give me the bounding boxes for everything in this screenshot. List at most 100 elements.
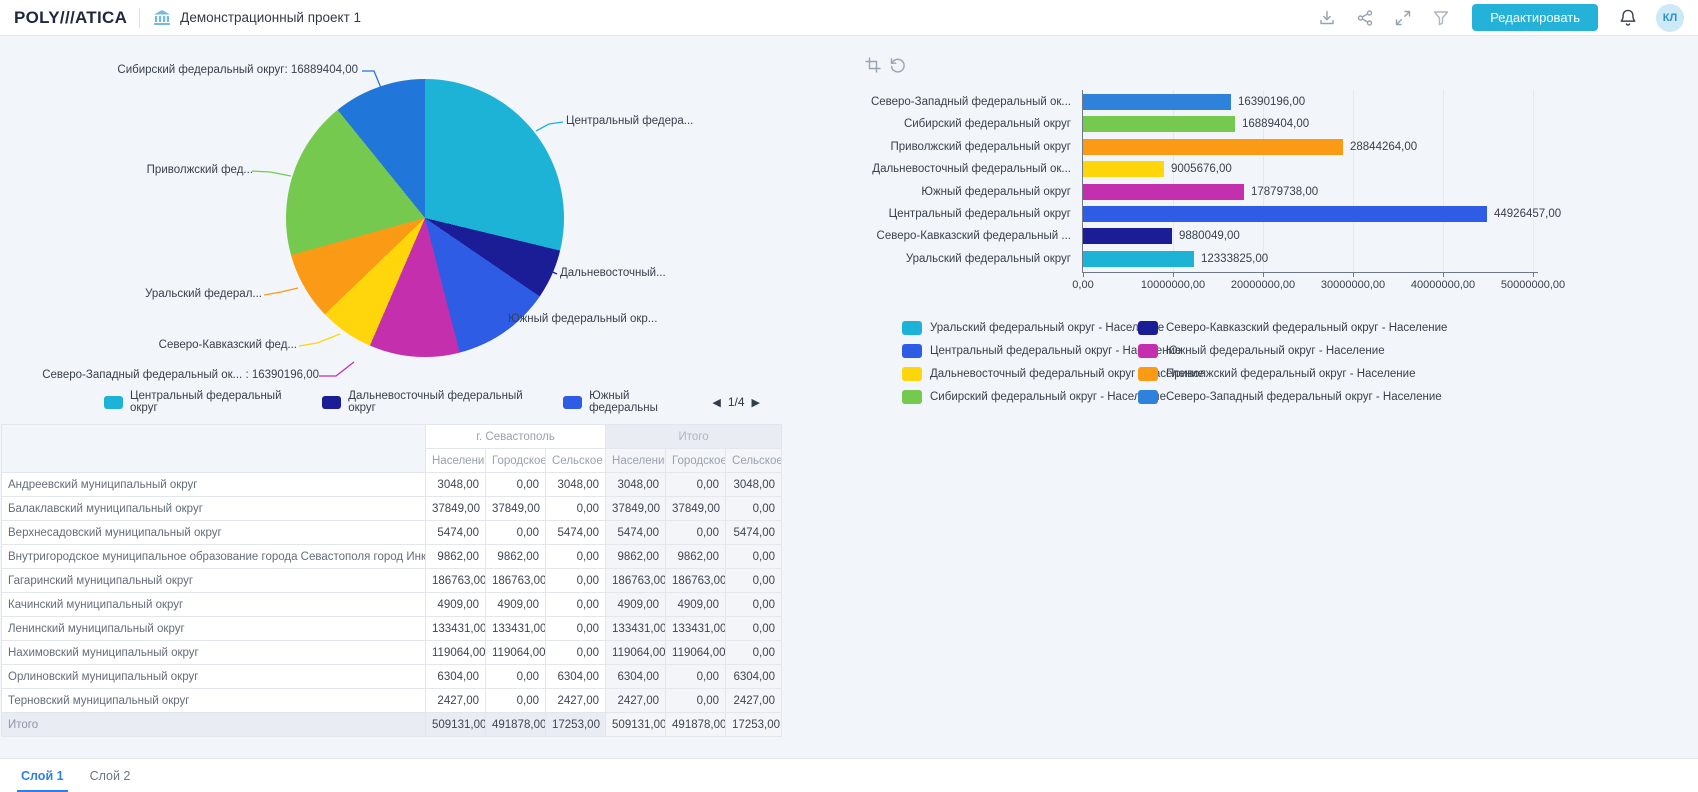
bar-chart-widget: 0,0010000000,0020000000,0030000000,00400… bbox=[856, 44, 1576, 416]
table-row[interactable]: Качинский муниципальный округ4909,004909… bbox=[2, 593, 782, 617]
selection-tool-icon[interactable] bbox=[864, 56, 882, 74]
bar[interactable] bbox=[1083, 139, 1343, 155]
bar[interactable] bbox=[1083, 228, 1172, 244]
legend-prev-icon[interactable]: ◀ bbox=[712, 396, 720, 409]
bar-legend-item[interactable]: Южный федеральный округ - Население bbox=[1138, 344, 1385, 358]
bar-legend-item[interactable]: Северо-Западный федеральный округ - Насе… bbox=[1138, 390, 1442, 404]
table-row[interactable]: Верхнесадовский муниципальный округ5474,… bbox=[2, 521, 782, 545]
cell-value: 17253,00 bbox=[726, 713, 782, 737]
undo-tool-icon[interactable] bbox=[889, 56, 907, 74]
tab-layer-1[interactable]: Слой 1 bbox=[8, 759, 77, 792]
column-header: Сельское bbox=[726, 449, 782, 473]
bar-category-label: Центральный федеральный округ bbox=[856, 206, 1071, 222]
table-row[interactable]: Балаклавский муниципальный округ37849,00… bbox=[2, 497, 782, 521]
legend-swatch bbox=[104, 396, 123, 409]
cell-value: 509131,00 bbox=[606, 713, 666, 737]
cell-value: 37849,00 bbox=[426, 497, 486, 521]
legend-label: Центральный федеральный округ bbox=[130, 390, 309, 414]
cell-value: 491878,00 bbox=[486, 713, 546, 737]
total-row: Итого509131,00491878,0017253,00509131,00… bbox=[2, 713, 782, 737]
group-header-row: г. СевастопольИтого bbox=[2, 425, 782, 449]
legend-swatch bbox=[902, 344, 922, 358]
header-divider bbox=[139, 8, 140, 28]
bar-row: Северо-Кавказский федеральный ...9880049… bbox=[856, 228, 1576, 244]
cell-value: 4909,00 bbox=[486, 593, 546, 617]
project-title: Демонстрационный проект 1 bbox=[180, 10, 361, 25]
edit-button[interactable]: Редактировать bbox=[1472, 4, 1598, 31]
bar-row: Дальневосточный федеральный ок...9005676… bbox=[856, 161, 1576, 177]
bar-value-label: 44926457,00 bbox=[1494, 206, 1561, 222]
table-row[interactable]: Терновский муниципальный округ2427,000,0… bbox=[2, 689, 782, 713]
cell-value: 186763,00 bbox=[426, 569, 486, 593]
axis-tick-label: 50000000,00 bbox=[1488, 279, 1578, 291]
cell-value: 17253,00 bbox=[546, 713, 606, 737]
fullscreen-icon[interactable] bbox=[1394, 9, 1412, 27]
bar-category-label: Приволжский федеральный округ bbox=[856, 139, 1071, 155]
bell-icon[interactable] bbox=[1618, 8, 1638, 28]
cell-value: 3048,00 bbox=[546, 473, 606, 497]
bar-legend-item[interactable]: Уральский федеральный округ - Население bbox=[902, 321, 1164, 335]
pie-legend-item[interactable]: Дальневосточный федеральный округ bbox=[322, 390, 550, 414]
bar-value-label: 12333825,00 bbox=[1201, 251, 1268, 267]
bar-category-label: Южный федеральный округ bbox=[856, 184, 1071, 200]
avatar[interactable]: КЛ bbox=[1656, 4, 1684, 32]
row-label: Внутригородское муниципальное образовани… bbox=[2, 545, 426, 569]
cell-value: 5474,00 bbox=[606, 521, 666, 545]
table-row[interactable]: Орлиновский муниципальный округ6304,000,… bbox=[2, 665, 782, 689]
pie-legend-item[interactable]: Центральный федеральный округ bbox=[104, 390, 309, 414]
bar-row: Южный федеральный округ17879738,00 bbox=[856, 184, 1576, 200]
cell-value: 119064,00 bbox=[426, 641, 486, 665]
cell-value: 0,00 bbox=[666, 665, 726, 689]
tab-layer-2[interactable]: Слой 2 bbox=[77, 759, 144, 792]
pie-label-sibirsky: Сибирский федеральный округ: 16889404,00 bbox=[117, 64, 358, 76]
cell-value: 0,00 bbox=[726, 569, 782, 593]
cell-value: 6304,00 bbox=[606, 665, 666, 689]
bar-value-label: 16390196,00 bbox=[1238, 94, 1305, 110]
pie-label-uralsky: Уральский федерал... bbox=[145, 288, 262, 300]
share-icon[interactable] bbox=[1356, 9, 1374, 27]
cell-value: 3048,00 bbox=[606, 473, 666, 497]
bar[interactable] bbox=[1083, 94, 1231, 110]
cell-value: 0,00 bbox=[726, 593, 782, 617]
legend-label: Южный федеральны bbox=[589, 390, 699, 414]
bar[interactable] bbox=[1083, 161, 1164, 177]
bar[interactable] bbox=[1083, 116, 1235, 132]
cell-value: 5474,00 bbox=[546, 521, 606, 545]
legend-next-icon[interactable]: ▶ bbox=[752, 396, 760, 409]
pie-legend-items: Центральный федеральный округ Дальневосто… bbox=[104, 390, 699, 414]
filter-icon[interactable] bbox=[1432, 9, 1450, 27]
pie-legend-item[interactable]: Южный федеральны bbox=[563, 390, 699, 414]
bar-category-label: Уральский федеральный округ bbox=[856, 251, 1071, 267]
cell-value: 5474,00 bbox=[726, 521, 782, 545]
legend-swatch bbox=[563, 396, 582, 409]
column-group-sevastopol: г. Севастополь bbox=[426, 425, 606, 449]
cell-value: 6304,00 bbox=[726, 665, 782, 689]
column-header: Городское bbox=[666, 449, 726, 473]
bar-row: Уральский федеральный округ 12333825,00 bbox=[856, 251, 1576, 267]
table-row[interactable]: Внутригородское муниципальное образовани… bbox=[2, 545, 782, 569]
bar[interactable] bbox=[1083, 251, 1194, 267]
table-row[interactable]: Андреевский муниципальный округ3048,000,… bbox=[2, 473, 782, 497]
bar-value-label: 16889404,00 bbox=[1242, 116, 1309, 132]
bar[interactable] bbox=[1083, 206, 1487, 222]
pie-label-privolzhsky: Приволжский фед... bbox=[147, 164, 253, 176]
legend-label: Северо-Кавказский федеральный округ - На… bbox=[1166, 322, 1447, 334]
legend-swatch bbox=[1138, 367, 1158, 381]
bar-legend-item[interactable]: Приволжский федеральный округ - Населени… bbox=[1138, 367, 1415, 381]
cell-value: 0,00 bbox=[546, 617, 606, 641]
cell-value: 9862,00 bbox=[666, 545, 726, 569]
bar-legend-item[interactable]: Сибирский федеральный округ - Население bbox=[902, 390, 1166, 404]
cell-value: 133431,00 bbox=[666, 617, 726, 641]
legend-label: Уральский федеральный округ - Население bbox=[930, 322, 1164, 334]
bar[interactable] bbox=[1083, 184, 1244, 200]
table-row[interactable]: Гагаринский муниципальный округ186763,00… bbox=[2, 569, 782, 593]
pivot-table-widget: г. СевастопольИтогоНаселениеГородскоеСел… bbox=[1, 424, 781, 737]
download-icon[interactable] bbox=[1318, 9, 1336, 27]
table-row[interactable]: Ленинский муниципальный округ133431,0013… bbox=[2, 617, 782, 641]
tick-mark bbox=[1173, 272, 1174, 277]
bar-legend-item[interactable]: Северо-Кавказский федеральный округ - На… bbox=[1138, 321, 1447, 335]
cell-value: 4909,00 bbox=[666, 593, 726, 617]
app: POLY///ATICA Демонстрационный проект 1 Р… bbox=[0, 0, 1698, 792]
bar-category-label: Сибирский федеральный округ bbox=[856, 116, 1071, 132]
table-row[interactable]: Нахимовский муниципальный округ119064,00… bbox=[2, 641, 782, 665]
